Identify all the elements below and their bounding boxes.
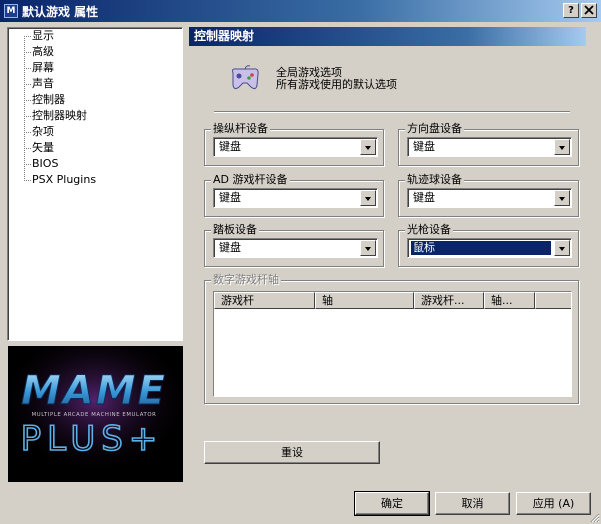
logo-plus-text: PLUS+ [21, 419, 164, 459]
reset-button[interactable]: 重设 [204, 441, 380, 464]
pedal-device-select[interactable]: 键盘 [213, 238, 378, 258]
column-header-filler [535, 292, 571, 309]
chevron-down-icon[interactable] [554, 190, 570, 206]
tree-tick [24, 180, 31, 181]
tree-connector [24, 36, 25, 181]
dpad-device-select[interactable]: 键盘 [407, 137, 572, 157]
tree-tick [24, 116, 31, 117]
tree-item-controller[interactable]: 控制器 [32, 92, 65, 108]
tree-item-psx-plugins[interactable]: PSX Plugins [32, 172, 96, 188]
lightgun-device-value: 鼠标 [411, 241, 551, 255]
tree-tick [24, 132, 31, 133]
column-header-joystick-2[interactable]: 游戏杆... [414, 292, 484, 309]
logo-tagline: MULTIPLE ARCADE MACHINE EMULATOR [32, 412, 157, 418]
tree-item-misc[interactable]: 杂项 [32, 124, 54, 140]
separator [214, 111, 570, 113]
mame-icon: M [4, 4, 18, 18]
chevron-down-icon[interactable] [554, 139, 570, 155]
category-tree[interactable]: 显示 高级 屏幕 声音 控制器 控制器映射 杂项 矢量 BIOS PSX Plu… [7, 27, 183, 341]
close-button[interactable] [581, 3, 597, 18]
tree-item-controller-mapping[interactable]: 控制器映射 [32, 108, 87, 124]
group-label-lightgun: 光枪设备 [405, 223, 453, 237]
chevron-down-icon[interactable] [360, 190, 376, 206]
group-label-ad-joystick: AD 游戏杆设备 [211, 173, 290, 187]
column-header-joystick[interactable]: 游戏杆 [214, 292, 315, 309]
trackball-device-select[interactable]: 键盘 [407, 188, 572, 208]
column-header-axis[interactable]: 轴 [315, 292, 414, 309]
column-header-axis-2[interactable]: 轴... [484, 292, 535, 309]
tree-item-vector[interactable]: 矢量 [32, 140, 54, 156]
chevron-down-icon[interactable] [360, 139, 376, 155]
logo-mame-text: MAME [21, 368, 167, 414]
joystick-device-value: 键盘 [219, 140, 241, 153]
tree-tick [24, 52, 31, 53]
resize-grip-icon[interactable] [588, 511, 600, 523]
ad-joystick-device-select[interactable]: 键盘 [213, 188, 378, 208]
tree-item-advanced[interactable]: 高级 [32, 44, 54, 60]
group-label-pedal: 踏板设备 [211, 223, 259, 237]
group-label-joystick: 操纵杆设备 [211, 122, 270, 136]
apply-button[interactable]: 应用 (A) [516, 492, 591, 515]
chevron-down-icon[interactable] [554, 240, 570, 256]
tree-tick [24, 164, 31, 165]
gamepad-icon [232, 65, 259, 90]
pedal-device-value: 键盘 [219, 241, 241, 254]
page-title: 控制器映射 [189, 27, 586, 46]
tree-tick [24, 68, 31, 69]
tree-item-screen[interactable]: 屏幕 [32, 60, 54, 76]
tree-item-sound[interactable]: 声音 [32, 76, 54, 92]
trackball-device-value: 键盘 [413, 191, 435, 204]
lightgun-device-select[interactable]: 鼠标 [407, 238, 572, 258]
info-line-2: 所有游戏使用的默认选项 [276, 78, 397, 91]
ok-button[interactable]: 确定 [354, 491, 430, 516]
joystick-device-select[interactable]: 键盘 [213, 137, 378, 157]
tree-item-display[interactable]: 显示 [32, 28, 54, 44]
ad-joystick-device-value: 键盘 [219, 191, 241, 204]
title-bar[interactable]: M 默认游戏 属性 ? [0, 0, 601, 22]
tree-tick [24, 36, 31, 37]
tree-tick [24, 100, 31, 101]
tree-tick [24, 84, 31, 85]
dpad-device-value: 键盘 [413, 140, 435, 153]
chevron-down-icon[interactable] [360, 240, 376, 256]
logo-graphic: MAME MULTIPLE ARCADE MACHINE EMULATOR PL… [8, 346, 183, 482]
group-label-trackball: 轨迹球设备 [405, 173, 464, 187]
digital-axis-list[interactable]: 游戏杆 轴 游戏杆... 轴... [213, 291, 572, 397]
group-label-dpad: 方向盘设备 [405, 122, 464, 136]
close-icon [584, 5, 594, 15]
tree-tick [24, 148, 31, 149]
group-label-digital-axis: 数字游戏杆轴 [211, 273, 281, 287]
help-button[interactable]: ? [563, 3, 579, 18]
cancel-button[interactable]: 取消 [435, 492, 510, 515]
mame-plus-logo: MAME MULTIPLE ARCADE MACHINE EMULATOR PL… [8, 346, 183, 482]
window-title: 默认游戏 属性 [22, 5, 99, 19]
tree-item-bios[interactable]: BIOS [32, 156, 58, 172]
